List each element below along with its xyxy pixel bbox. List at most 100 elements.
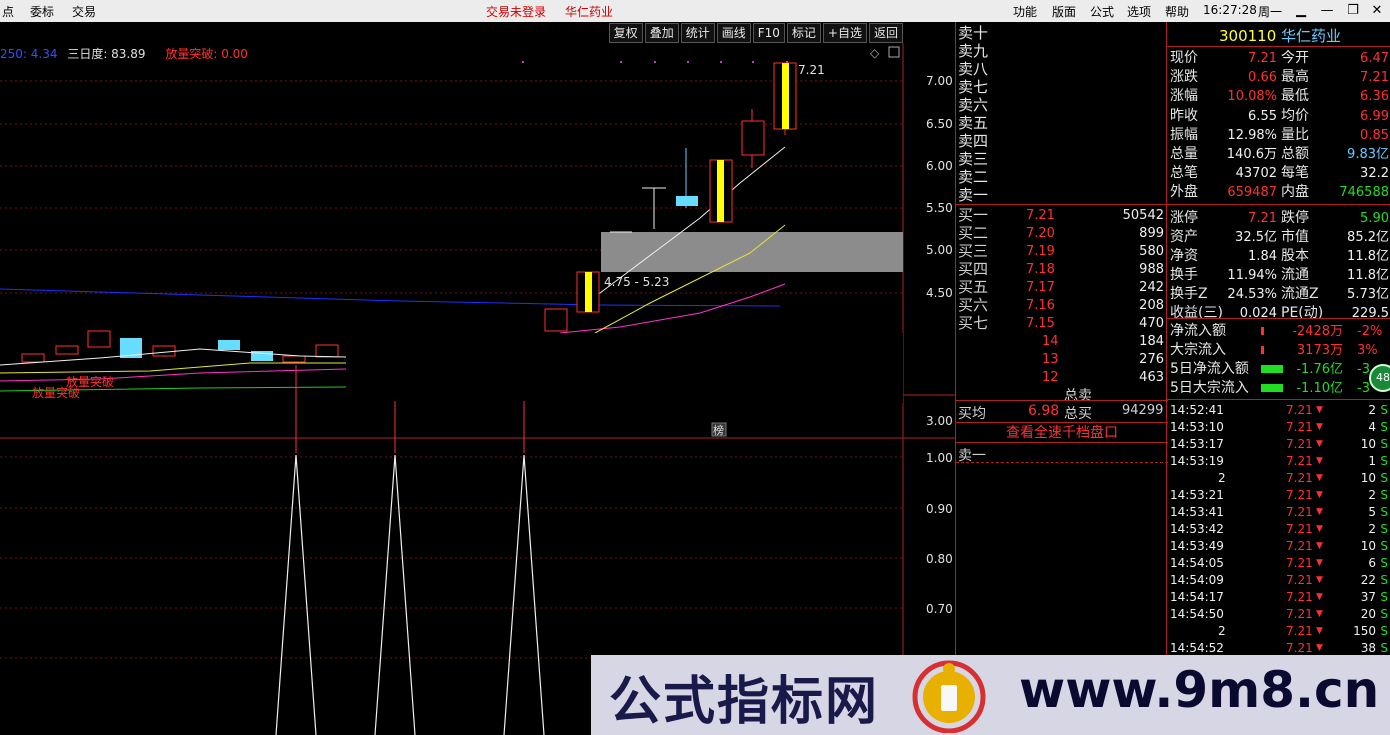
quote-label: 内盘: [1281, 184, 1309, 201]
menu-item-weibiao[interactable]: 委标: [30, 3, 54, 20]
buy-level-row[interactable]: 12 463: [956, 368, 1168, 387]
tick-time: 2: [1218, 624, 1226, 638]
flow-label: 5日净流入额: [1170, 361, 1249, 377]
candles-recent: 7.21: [544, 62, 825, 332]
menu-item-trade[interactable]: 交易: [72, 3, 96, 20]
minimize-window-icon[interactable]: —: [1318, 2, 1336, 19]
tick-volume: 150: [1353, 624, 1376, 638]
menu-item-help[interactable]: 帮助: [1165, 3, 1189, 20]
total-sell-label: 总卖: [1064, 388, 1092, 404]
menu-item-layout[interactable]: 版面: [1052, 3, 1076, 20]
buy-level-row[interactable]: 买二 7.20 899: [956, 224, 1168, 243]
sell-level[interactable]: 卖八: [958, 60, 988, 78]
add-watchlist-button[interactable]: +自选: [822, 23, 867, 43]
flow-pct: -3: [1357, 362, 1370, 377]
flow-pct: -3: [1357, 381, 1370, 396]
overlay-button[interactable]: 叠加: [644, 23, 679, 43]
flow-bar: [1261, 327, 1264, 335]
sell-level[interactable]: 卖七: [958, 78, 988, 96]
flow-label: 5日大宗流入: [1170, 380, 1249, 396]
quote-value: 0.024: [1239, 305, 1277, 321]
quote-value: 1.84: [1248, 248, 1277, 264]
quote-label: 涨停: [1170, 209, 1198, 226]
menu-item-formula[interactable]: 公式: [1090, 3, 1114, 20]
tick-price: 7.21: [1286, 454, 1313, 468]
back-button[interactable]: 返回: [868, 23, 903, 43]
down-arrow-icon: ▼: [1316, 592, 1323, 602]
buy-level-row[interactable]: 买五 7.17 242: [956, 278, 1168, 297]
buy-level-price: 13: [1042, 352, 1059, 367]
candle: [87, 330, 111, 348]
buy-level-row[interactable]: 买四 7.18 988: [956, 260, 1168, 279]
buy-level-row[interactable]: 买三 7.19 580: [956, 242, 1168, 261]
flow-row: 5日大宗流入 -1.10亿 -3: [1167, 379, 1390, 398]
sell-level[interactable]: 卖一: [958, 186, 988, 204]
stats-button[interactable]: 统计: [680, 23, 715, 43]
diamond-icon: ◇: [870, 46, 880, 60]
axis-tick: 5.50: [926, 201, 953, 215]
quote-value: 11.8亿: [1347, 248, 1389, 264]
draw-line-button[interactable]: 画线: [716, 23, 751, 43]
minimize-icon[interactable]: ▁: [1292, 2, 1310, 19]
candle: [152, 345, 176, 357]
tick-side: S: [1380, 420, 1388, 434]
candles-history: 放量突破 放量突破: [0, 330, 347, 400]
candle: [676, 196, 698, 206]
quote-row: 现价 7.21 今开 6.47: [1167, 49, 1390, 68]
tick-volume: 10: [1360, 471, 1376, 485]
sell-level[interactable]: 卖二: [958, 168, 988, 186]
tick-side: S: [1380, 471, 1388, 485]
axis-tick: 3.00: [926, 414, 953, 428]
quote-label: 涨跌: [1170, 69, 1198, 86]
down-arrow-icon: ▼: [1316, 490, 1323, 500]
sell-level[interactable]: 卖五: [958, 114, 988, 132]
quote-value: 6.47: [1360, 51, 1389, 66]
restore-icon[interactable]: ❐: [1344, 2, 1362, 19]
quote-row: 资产 32.5亿 市值 85.2亿: [1167, 228, 1390, 247]
quote-value: 140.6万: [1226, 147, 1277, 162]
mark-button[interactable]: 标记: [786, 23, 821, 43]
sell-level[interactable]: 卖三: [958, 150, 988, 168]
tick-volume: 37: [1360, 590, 1376, 604]
tick-volume: 5: [1368, 505, 1376, 519]
tick-volume: 2: [1368, 522, 1376, 536]
tick-volume: 2: [1368, 488, 1376, 502]
f10-button[interactable]: F10: [752, 23, 785, 43]
quote-label: 资产: [1170, 228, 1198, 245]
buy-level-volume: 50542: [1122, 208, 1164, 223]
menu-item-function[interactable]: 功能: [1013, 3, 1037, 20]
kline-chart[interactable]: ◇ 4.75 - 5.23 7.21 放量突破 放量突破 榜: [0, 43, 955, 735]
buy-level-row[interactable]: 14 184: [956, 332, 1168, 351]
buy-level-label: 买一: [958, 206, 989, 224]
quote-row: 涨幅 10.08% 最低 6.36: [1167, 87, 1390, 106]
tick-side: S: [1380, 437, 1388, 451]
flow-value: -1.76亿: [1296, 362, 1343, 377]
flow-bar: [1261, 384, 1283, 392]
quote-row: 总笔 43702 每笔 32.2: [1167, 164, 1390, 183]
sell-level[interactable]: 卖九: [958, 42, 988, 60]
tick-time: 14:53:17: [1170, 437, 1224, 451]
menu-item-dian[interactable]: 点: [2, 3, 14, 20]
flow-pct: 3%: [1357, 343, 1378, 358]
adjust-button[interactable]: 复权: [608, 23, 643, 43]
close-icon[interactable]: ✕: [1368, 2, 1386, 19]
sell-level[interactable]: 卖十: [958, 24, 988, 42]
buy-level-volume: 463: [1139, 370, 1164, 385]
tick-time: 14:54:05: [1170, 556, 1224, 570]
badge-icon[interactable]: 48: [1369, 364, 1390, 392]
tick-side: S: [1380, 607, 1388, 621]
flow-value: -1.10亿: [1296, 381, 1343, 396]
quote-label: 均价: [1281, 107, 1309, 124]
menu-item-options[interactable]: 选项: [1127, 3, 1151, 20]
full-depth-link[interactable]: 查看全速千档盘口: [956, 422, 1168, 443]
buy-level-row[interactable]: 13 276: [956, 350, 1168, 369]
chart-toolbar: 复权 叠加 统计 画线 F10 标记 +自选 返回: [607, 23, 903, 43]
axis-tick: 4.50: [926, 286, 953, 300]
sell-level[interactable]: 卖六: [958, 96, 988, 114]
sell-level[interactable]: 卖四: [958, 132, 988, 150]
login-status[interactable]: 交易未登录: [486, 3, 546, 20]
buy-level-row[interactable]: 买一 7.21 50542: [956, 206, 1168, 225]
buy-level-row[interactable]: 买七 7.15 470: [956, 314, 1168, 333]
axis-tick: 6.00: [926, 159, 953, 173]
buy-level-row[interactable]: 买六 7.16 208: [956, 296, 1168, 315]
